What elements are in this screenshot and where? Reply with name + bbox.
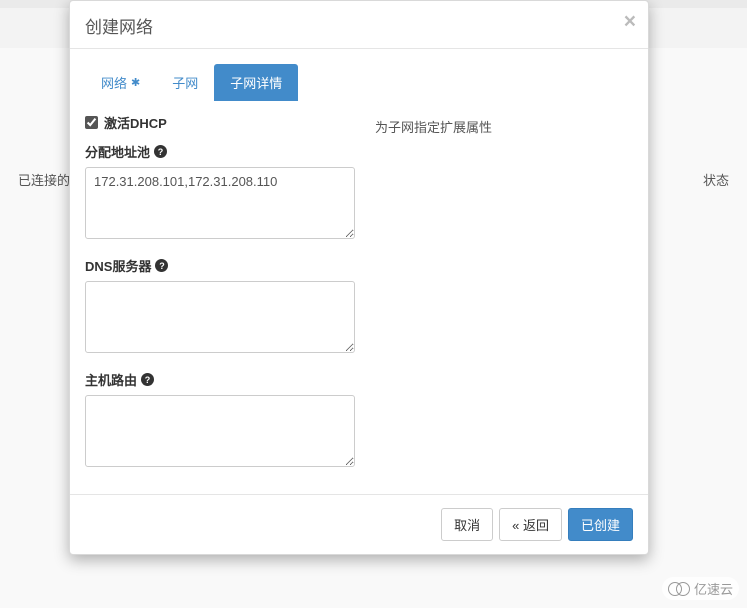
bg-right-label: 状态	[703, 170, 729, 189]
modal-footer: 取消 « 返回 已创建	[70, 494, 648, 554]
host-routes-label: 主机路由	[85, 370, 137, 389]
dhcp-checkbox-row[interactable]: 激活DHCP	[85, 113, 355, 132]
tab-label: 子网详情	[230, 73, 282, 92]
tab-network[interactable]: 网络 ✱	[85, 64, 156, 101]
close-icon[interactable]: ×	[624, 11, 636, 32]
tab-label: 子网	[172, 73, 198, 92]
tabs: 网络 ✱ 子网 子网详情	[85, 64, 633, 101]
dns-servers-label: DNS服务器	[85, 256, 151, 275]
modal-header: 创建网络 ×	[70, 1, 648, 49]
tab-label: 网络	[101, 73, 127, 92]
modal-title: 创建网络	[85, 13, 633, 38]
help-icon[interactable]: ?	[154, 145, 167, 158]
help-icon[interactable]: ?	[155, 259, 168, 272]
bg-left-label: 已连接的	[18, 170, 70, 189]
watermark: 亿速云	[662, 577, 739, 600]
submit-button[interactable]: 已创建	[568, 508, 633, 541]
help-text: 为子网指定扩展属性	[375, 117, 633, 136]
watermark-icon	[668, 582, 690, 596]
help-icon[interactable]: ?	[141, 373, 154, 386]
create-network-modal: 创建网络 × 网络 ✱ 子网 子网详情 激活DHCP	[69, 0, 649, 555]
dns-servers-input[interactable]	[85, 281, 355, 353]
allocation-pool-group: 分配地址池 ?	[85, 142, 355, 242]
allocation-pool-label: 分配地址池	[85, 142, 150, 161]
back-button[interactable]: « 返回	[499, 508, 562, 541]
modal-body: 网络 ✱ 子网 子网详情 激活DHCP 分配地址池 ?	[70, 49, 648, 494]
dhcp-checkbox[interactable]	[85, 116, 98, 129]
dhcp-label: 激活DHCP	[104, 113, 167, 132]
required-icon: ✱	[131, 76, 140, 89]
host-routes-group: 主机路由 ?	[85, 370, 355, 470]
dns-servers-group: DNS服务器 ?	[85, 256, 355, 356]
tab-subnet-details[interactable]: 子网详情	[214, 64, 298, 101]
cancel-button[interactable]: 取消	[441, 508, 493, 541]
tab-subnet[interactable]: 子网	[156, 64, 214, 101]
host-routes-input[interactable]	[85, 395, 355, 467]
watermark-text: 亿速云	[694, 579, 733, 598]
allocation-pool-input[interactable]	[85, 167, 355, 239]
